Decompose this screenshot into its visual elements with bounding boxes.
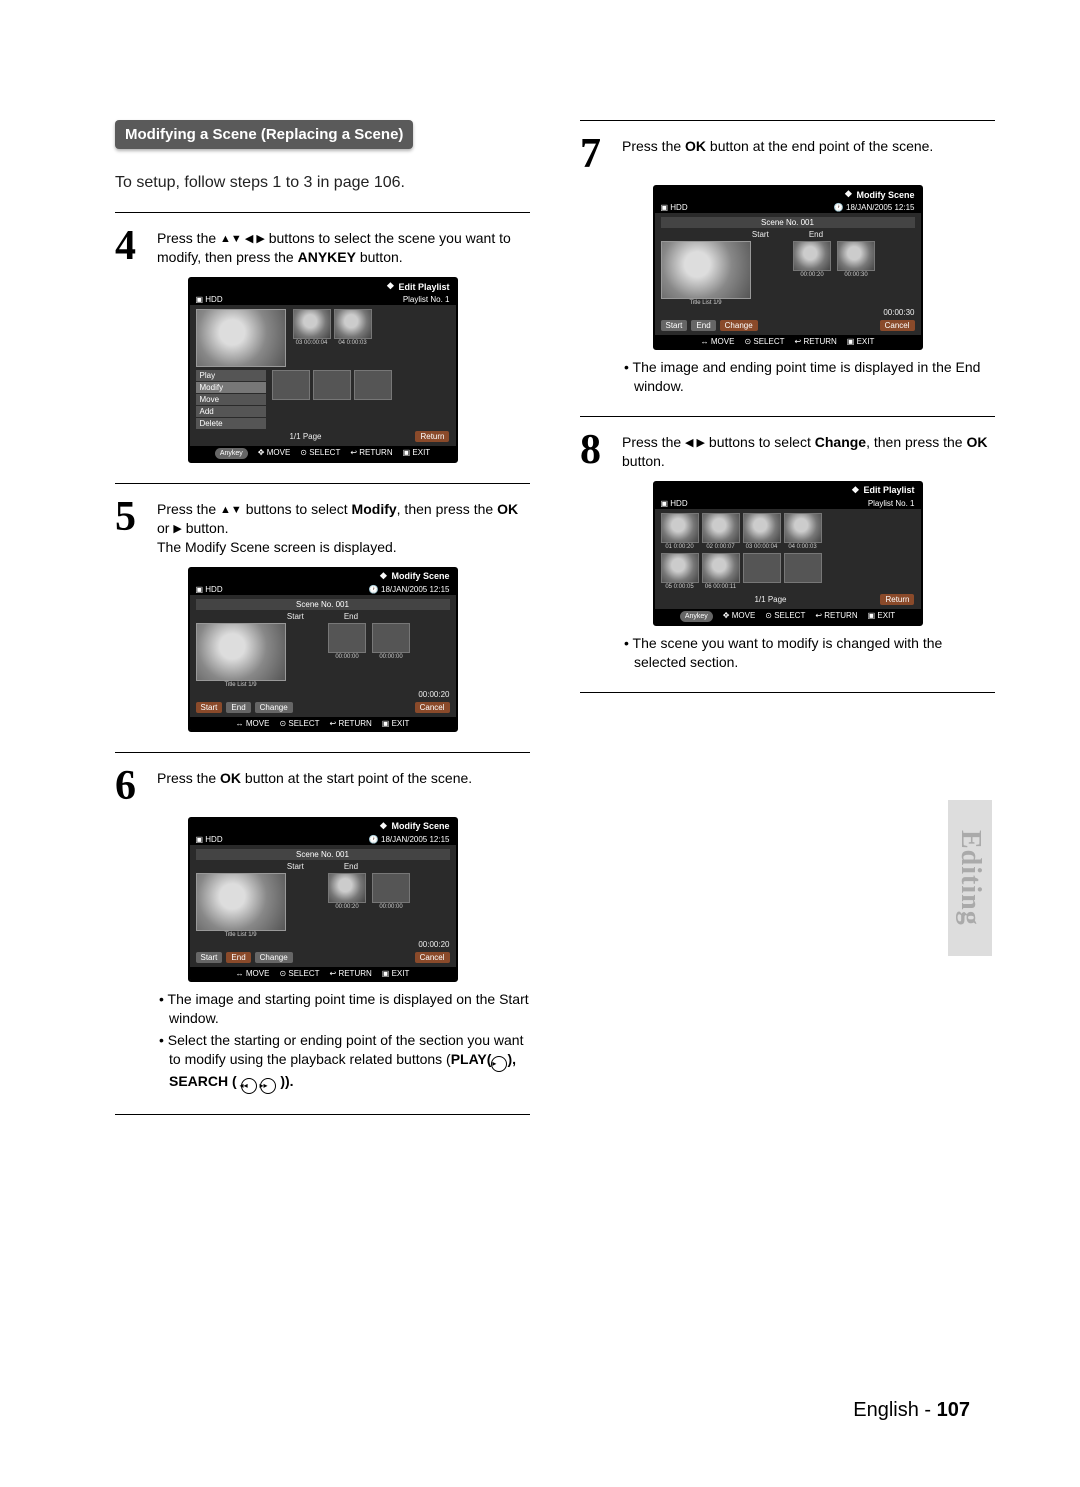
divider xyxy=(115,212,530,213)
section-heading: Modifying a Scene (Replacing a Scene) xyxy=(115,120,413,149)
step-number: 6 xyxy=(115,765,149,807)
preview-thumbnail xyxy=(196,309,286,367)
step-text: Press the OK button at the end point of … xyxy=(622,133,933,156)
step-4: 4 Press the ▲▼ ◀ ▶ buttons to select the… xyxy=(115,225,530,267)
context-menu: Play Modify Move Add Delete xyxy=(196,370,266,429)
screenshot-modify-scene-end-set: ❖Modify Scene ▣ HDD🕐 18/JAN/2005 12:15 S… xyxy=(653,185,923,350)
step-8: 8 Press the ◀ ▶ buttons to select Change… xyxy=(580,429,995,471)
screenshot-modify-scene-start-set: ❖Modify Scene ▣ HDD🕐 18/JAN/2005 12:15 S… xyxy=(188,817,458,982)
arrow-right-icon: ▶ xyxy=(173,523,181,535)
step-7-notes: The image and ending point time is displ… xyxy=(584,358,995,396)
rewind-icon: ◂◂ xyxy=(241,1078,257,1094)
step-number: 5 xyxy=(115,496,149,538)
step-number: 7 xyxy=(580,133,614,175)
step-text: Press the ▲▼ ◀ ▶ buttons to select the s… xyxy=(157,225,530,267)
forward-icon: ▸▸ xyxy=(260,1078,276,1094)
step-text: Press the OK button at the start point o… xyxy=(157,765,472,788)
chapter-tab: Editing xyxy=(948,800,992,956)
step-number: 4 xyxy=(115,225,149,267)
step-number: 8 xyxy=(580,429,614,471)
preview-thumbnail xyxy=(196,623,286,681)
step-6: 6 Press the OK button at the start point… xyxy=(115,765,530,807)
divider xyxy=(115,1114,530,1115)
arrow-ud-icon: ▲▼ xyxy=(220,504,242,516)
screenshot-modify-scene-initial: ❖Modify Scene ▣ HDD🕐 18/JAN/2005 12:15 S… xyxy=(188,567,458,732)
screenshot-edit-playlist-menu: ❖Edit Playlist ▣ HDDPlaylist No. 1 03 00… xyxy=(188,277,458,463)
divider xyxy=(580,692,995,693)
step-8-notes: The scene you want to modify is changed … xyxy=(584,634,995,672)
arrow-lr-icon: ◀ ▶ xyxy=(685,437,705,449)
diamond-icon: ❖ xyxy=(386,281,394,292)
step-6-notes: The image and starting point time is dis… xyxy=(119,990,530,1095)
divider xyxy=(580,120,995,121)
divider xyxy=(115,752,530,753)
arrow-udlr-icon: ▲▼ ◀ ▶ xyxy=(220,233,265,245)
play-icon: ▸ xyxy=(491,1056,507,1072)
step-text: Press the ◀ ▶ buttons to select Change, … xyxy=(622,429,995,471)
step-7: 7 Press the OK button at the end point o… xyxy=(580,133,995,175)
intro-text: To setup, follow steps 1 to 3 in page 10… xyxy=(115,174,530,192)
divider xyxy=(580,416,995,417)
divider xyxy=(115,483,530,484)
step-text: Press the ▲▼ buttons to select Modify, t… xyxy=(157,496,530,557)
screenshot-edit-playlist-grid: ❖Edit Playlist ▣ HDDPlaylist No. 1 01 0:… xyxy=(653,481,923,626)
step-5: 5 Press the ▲▼ buttons to select Modify,… xyxy=(115,496,530,557)
page-footer: English - 107 xyxy=(853,1399,970,1422)
